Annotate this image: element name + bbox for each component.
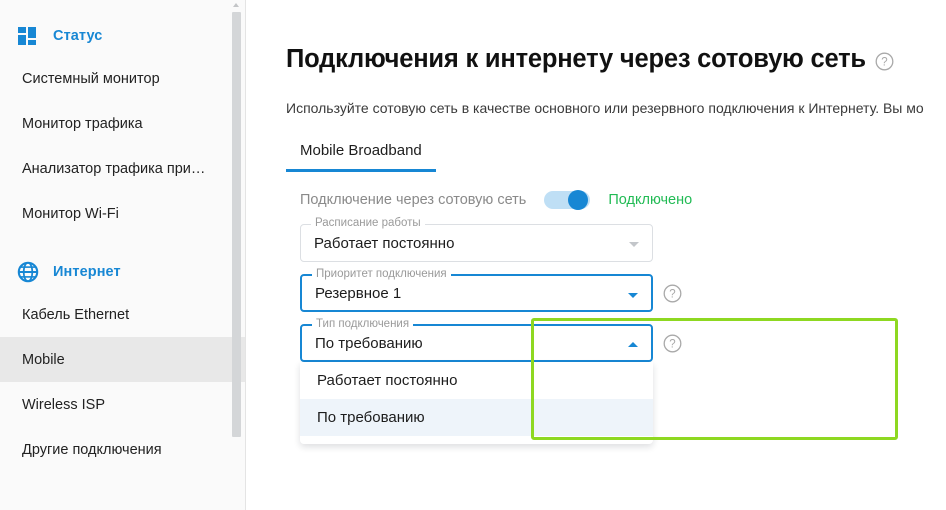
page-title: Подключения к интернету через сотовую се…	[286, 45, 866, 74]
schedule-select-value: Работает постоянно	[314, 234, 455, 252]
connection-type-select[interactable]: Тип подключения По требованию	[300, 318, 653, 363]
dropdown-option-clipped[interactable]	[300, 436, 653, 444]
sidebar-item-label: Монитор Wi-Fi	[22, 205, 119, 222]
page-title-row: Подключения к интернету через сотовую се…	[286, 28, 946, 91]
sidebar-item-wireless-isp[interactable]: Wireless ISP	[0, 382, 245, 427]
sidebar-item-label: Wireless ISP	[22, 396, 105, 413]
svg-text:?: ?	[669, 339, 675, 351]
svg-text:?: ?	[881, 57, 887, 69]
sidebar: Статус Системный монитор Монитор трафика…	[0, 0, 246, 510]
sidebar-scrollbar[interactable]	[232, 0, 241, 510]
field-connection-priority: Приоритет подключения Резервное 1 ?	[286, 268, 946, 313]
help-circle-icon[interactable]: ?	[663, 334, 682, 353]
field-schedule: Расписание работы Работает постоянно	[286, 217, 946, 263]
cellular-connection-switch[interactable]	[544, 190, 592, 211]
sidebar-scrollbar-thumb[interactable]	[232, 12, 241, 437]
help-circle-icon[interactable]: ?	[875, 52, 894, 71]
sidebar-item-label: Системный монитор	[22, 70, 160, 87]
sidebar-item-app-traffic-analyzer[interactable]: Анализатор трафика при…	[0, 146, 245, 191]
sidebar-item-label: Анализатор трафика при…	[22, 160, 206, 177]
cellular-connection-label: Подключение через сотовую сеть	[300, 192, 527, 209]
chevron-down-icon[interactable]	[628, 293, 638, 299]
connection-type-select-value: По требованию	[315, 334, 423, 352]
dropdown-option[interactable]: Работает постоянно	[300, 362, 653, 399]
sidebar-item-wifi-monitor[interactable]: Монитор Wi-Fi	[0, 191, 245, 236]
sidebar-item-label: Монитор трафика	[22, 115, 143, 132]
sidebar-item-label: Кабель Ethernet	[22, 306, 130, 323]
sidebar-group-status[interactable]: Статус	[0, 16, 245, 56]
connection-priority-select[interactable]: Приоритет подключения Резервное 1	[300, 268, 653, 313]
cellular-connection-toggle-row: Подключение через сотовую сеть Подключен…	[286, 190, 946, 211]
sidebar-item-other-connections[interactable]: Другие подключения	[0, 427, 245, 472]
sidebar-item-label: Mobile	[22, 351, 65, 368]
connection-status-badge: Подключено	[608, 192, 693, 209]
connection-type-options-list: Работает постоянно По требованию	[300, 362, 653, 445]
chevron-up-icon[interactable]	[628, 342, 638, 348]
schedule-select[interactable]: Расписание работы Работает постоянно	[300, 217, 653, 263]
page-subtitle: Используйте сотовую сеть в качестве осно…	[286, 100, 924, 117]
connection-priority-select-value: Резервное 1	[315, 284, 402, 302]
tab-bar: Mobile Broadband	[286, 138, 946, 173]
app-root: Статус Системный монитор Монитор трафика…	[0, 0, 946, 510]
dropdown-option-label: По требованию	[317, 409, 425, 427]
sidebar-item-system-monitor[interactable]: Системный монитор	[0, 56, 245, 101]
main-content: Подключения к интернету через сотовую се…	[246, 0, 946, 510]
sidebar-group-status-label: Статус	[53, 28, 103, 44]
svg-text:?: ?	[669, 289, 675, 301]
scroll-up-arrow-icon[interactable]	[233, 3, 239, 7]
sidebar-group-internet[interactable]: Интернет	[0, 252, 245, 292]
field-connection-type: Тип подключения По требованию Работает п…	[286, 318, 946, 445]
connection-type-dropdown-wrapper: Тип подключения По требованию Работает п…	[300, 318, 653, 445]
help-circle-icon[interactable]: ?	[663, 284, 682, 303]
sidebar-item-ethernet-cable[interactable]: Кабель Ethernet	[0, 292, 245, 337]
sidebar-item-mobile[interactable]: Mobile	[0, 337, 245, 382]
tab-mobile-broadband[interactable]: Mobile Broadband	[286, 138, 436, 173]
sidebar-group-internet-label: Интернет	[53, 264, 121, 280]
chevron-down-icon[interactable]	[629, 242, 639, 248]
dashboard-grid-icon	[18, 27, 36, 45]
globe-icon	[17, 261, 39, 283]
dropdown-option[interactable]: По требованию	[300, 399, 653, 437]
dropdown-option-label: Работает постоянно	[317, 372, 458, 390]
sidebar-item-traffic-monitor[interactable]: Монитор трафика	[0, 101, 245, 146]
sidebar-item-label: Другие подключения	[22, 441, 162, 458]
tab-label: Mobile Broadband	[300, 142, 422, 160]
